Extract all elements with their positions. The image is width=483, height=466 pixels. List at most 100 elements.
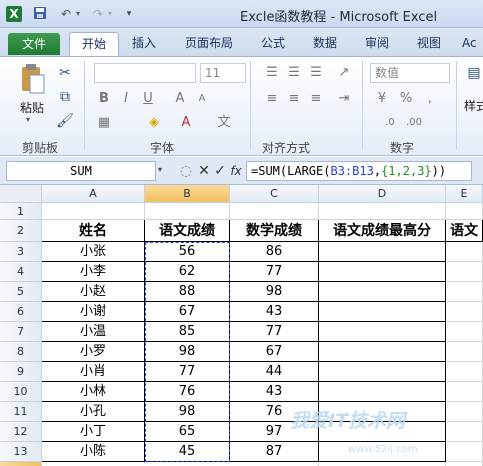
data-cell-b11[interactable]: 98 — [145, 402, 230, 422]
underline-icon[interactable]: U — [138, 89, 158, 109]
header-cell-d2[interactable]: 语文成绩最高分 — [319, 220, 446, 242]
data-cell-a7[interactable]: 小温 — [42, 322, 145, 342]
shrink-font-icon[interactable]: A — [192, 89, 212, 109]
data-cell-a11[interactable]: 小孔 — [42, 402, 145, 422]
indent-icon[interactable]: ⇥ — [334, 89, 354, 109]
data-cell-d6[interactable] — [319, 302, 446, 322]
data-cell-d5[interactable] — [319, 282, 446, 302]
header-cell-a2[interactable]: 姓名 — [42, 220, 145, 242]
tab-addins[interactable]: Ac — [462, 32, 483, 56]
data-cell-a8[interactable]: 小罗 — [42, 342, 145, 362]
styles-icon[interactable]: ▤ — [464, 65, 483, 81]
data-cell-d3[interactable] — [319, 242, 446, 262]
row-header-2[interactable]: 2 — [0, 220, 42, 242]
save-icon[interactable] — [32, 6, 48, 22]
row-header-5[interactable]: 5 — [0, 282, 42, 302]
row-header-11[interactable]: 11 — [0, 402, 42, 422]
data-cell-c8[interactable]: 67 — [230, 342, 319, 362]
data-cell-c9[interactable]: 44 — [230, 362, 319, 382]
borders-icon[interactable]: ▦ — [94, 113, 114, 133]
bold-icon[interactable]: B — [94, 89, 114, 109]
data-cell-b4[interactable]: 62 — [145, 262, 230, 282]
font-name-dropdown[interactable] — [94, 63, 196, 83]
data-cell-b7[interactable]: 85 — [145, 322, 230, 342]
select-all-corner[interactable] — [0, 185, 42, 203]
copy-icon[interactable]: ⧉ — [56, 89, 74, 105]
redo-dropdown-icon[interactable]: ▾ — [106, 6, 114, 22]
data-cell-c4[interactable]: 77 — [230, 262, 319, 282]
data-cell-c6[interactable]: 43 — [230, 302, 319, 322]
data-cell-d10[interactable] — [319, 382, 446, 402]
data-cell-b3[interactable]: 56 — [145, 242, 230, 262]
phonetic-icon[interactable]: 文 — [214, 113, 234, 133]
data-cell-b6[interactable]: 67 — [145, 302, 230, 322]
tab-data[interactable]: 数据 — [306, 32, 344, 56]
name-box[interactable]: SUM — [6, 161, 156, 181]
data-cell-c7[interactable]: 77 — [230, 322, 319, 342]
row-header-6[interactable]: 6 — [0, 302, 42, 322]
row-header-12[interactable]: 12 — [0, 422, 42, 442]
comma-style-icon[interactable]: , — [420, 89, 440, 109]
paste-icon[interactable] — [20, 63, 46, 95]
data-cell-a9[interactable]: 小肖 — [42, 362, 145, 382]
align-center-icon[interactable]: ≡ — [284, 89, 304, 109]
data-cell-a5[interactable]: 小赵 — [42, 282, 145, 302]
worksheet-grid[interactable]: ABCDE 1234567891011121314 姓名语文成绩数学成绩语文成绩… — [0, 185, 483, 466]
styles-label[interactable]: 样式 — [464, 97, 483, 114]
customize-toolbar-icon[interactable]: ▾ — [124, 6, 134, 22]
column-header-b[interactable]: B — [145, 185, 230, 203]
data-cell-a6[interactable]: 小谢 — [42, 302, 145, 322]
data-cell-c5[interactable]: 98 — [230, 282, 319, 302]
font-size-dropdown[interactable]: 11 — [200, 63, 246, 83]
tab-formulas[interactable]: 公式 — [254, 32, 292, 56]
redo-icon[interactable]: ↷ — [90, 6, 106, 22]
data-cell-e3[interactable] — [446, 242, 483, 262]
row-header-9[interactable]: 9 — [0, 362, 42, 382]
data-cell-b10[interactable]: 76 — [145, 382, 230, 402]
orientation-icon[interactable]: ↗ — [334, 63, 354, 83]
data-cell-d4[interactable] — [319, 262, 446, 282]
data-cell-e7[interactable] — [446, 322, 483, 342]
format-painter-icon[interactable]: 🖌 — [56, 113, 74, 129]
cell-c1[interactable] — [230, 203, 319, 220]
paste-label[interactable]: 粘贴 — [20, 99, 44, 116]
undo-dropdown-icon[interactable]: ▾ — [74, 6, 82, 22]
tab-home[interactable]: 开始 — [69, 32, 119, 56]
header-cell-b2[interactable]: 语文成绩 — [145, 220, 230, 242]
cancel-icon[interactable]: ✕ — [196, 162, 212, 180]
tab-page-layout[interactable]: 页面布局 — [178, 32, 240, 56]
data-cell-e4[interactable] — [446, 262, 483, 282]
decrease-decimal-icon[interactable]: .00 — [404, 113, 424, 133]
row-header-4[interactable]: 4 — [0, 262, 42, 282]
data-cell-b5[interactable]: 88 — [145, 282, 230, 302]
data-cell-a10[interactable]: 小林 — [42, 382, 145, 402]
tab-view[interactable]: 视图 — [410, 32, 448, 56]
accounting-icon[interactable]: ¥ — [372, 89, 392, 109]
align-right-icon[interactable]: ≡ — [306, 89, 326, 109]
percent-icon[interactable]: % — [396, 89, 416, 109]
data-cell-c10[interactable]: 43 — [230, 382, 319, 402]
column-header-e[interactable]: E — [446, 185, 483, 203]
italic-icon[interactable]: I — [116, 89, 136, 109]
data-cell-a12[interactable]: 小丁 — [42, 422, 145, 442]
undo-icon[interactable]: ↶ — [58, 6, 74, 22]
data-cell-b8[interactable]: 98 — [145, 342, 230, 362]
tab-insert[interactable]: 插入 — [125, 32, 163, 56]
tab-file[interactable]: 文件 — [8, 33, 60, 55]
row-header-8[interactable]: 8 — [0, 342, 42, 362]
formula-bar-menu-icon[interactable]: ◌ — [178, 162, 194, 180]
tab-review[interactable]: 审阅 — [358, 32, 396, 56]
cell-e1[interactable] — [446, 203, 483, 220]
data-cell-a13[interactable]: 小陈 — [42, 442, 145, 462]
column-header-d[interactable]: D — [319, 185, 446, 203]
data-cell-d7[interactable] — [319, 322, 446, 342]
font-color-icon[interactable]: A — [176, 113, 196, 133]
data-cell-d9[interactable] — [319, 362, 446, 382]
data-cell-e9[interactable] — [446, 362, 483, 382]
data-cell-a4[interactable]: 小李 — [42, 262, 145, 282]
formula-input[interactable]: =SUM(LARGE(B3:B13,{1,2,3})) — [246, 161, 472, 181]
row-header-1[interactable]: 1 — [0, 203, 42, 220]
data-cell-c3[interactable]: 86 — [230, 242, 319, 262]
cell-b1[interactable] — [145, 203, 230, 220]
paste-dropdown-icon[interactable]: ▾ — [26, 115, 30, 124]
